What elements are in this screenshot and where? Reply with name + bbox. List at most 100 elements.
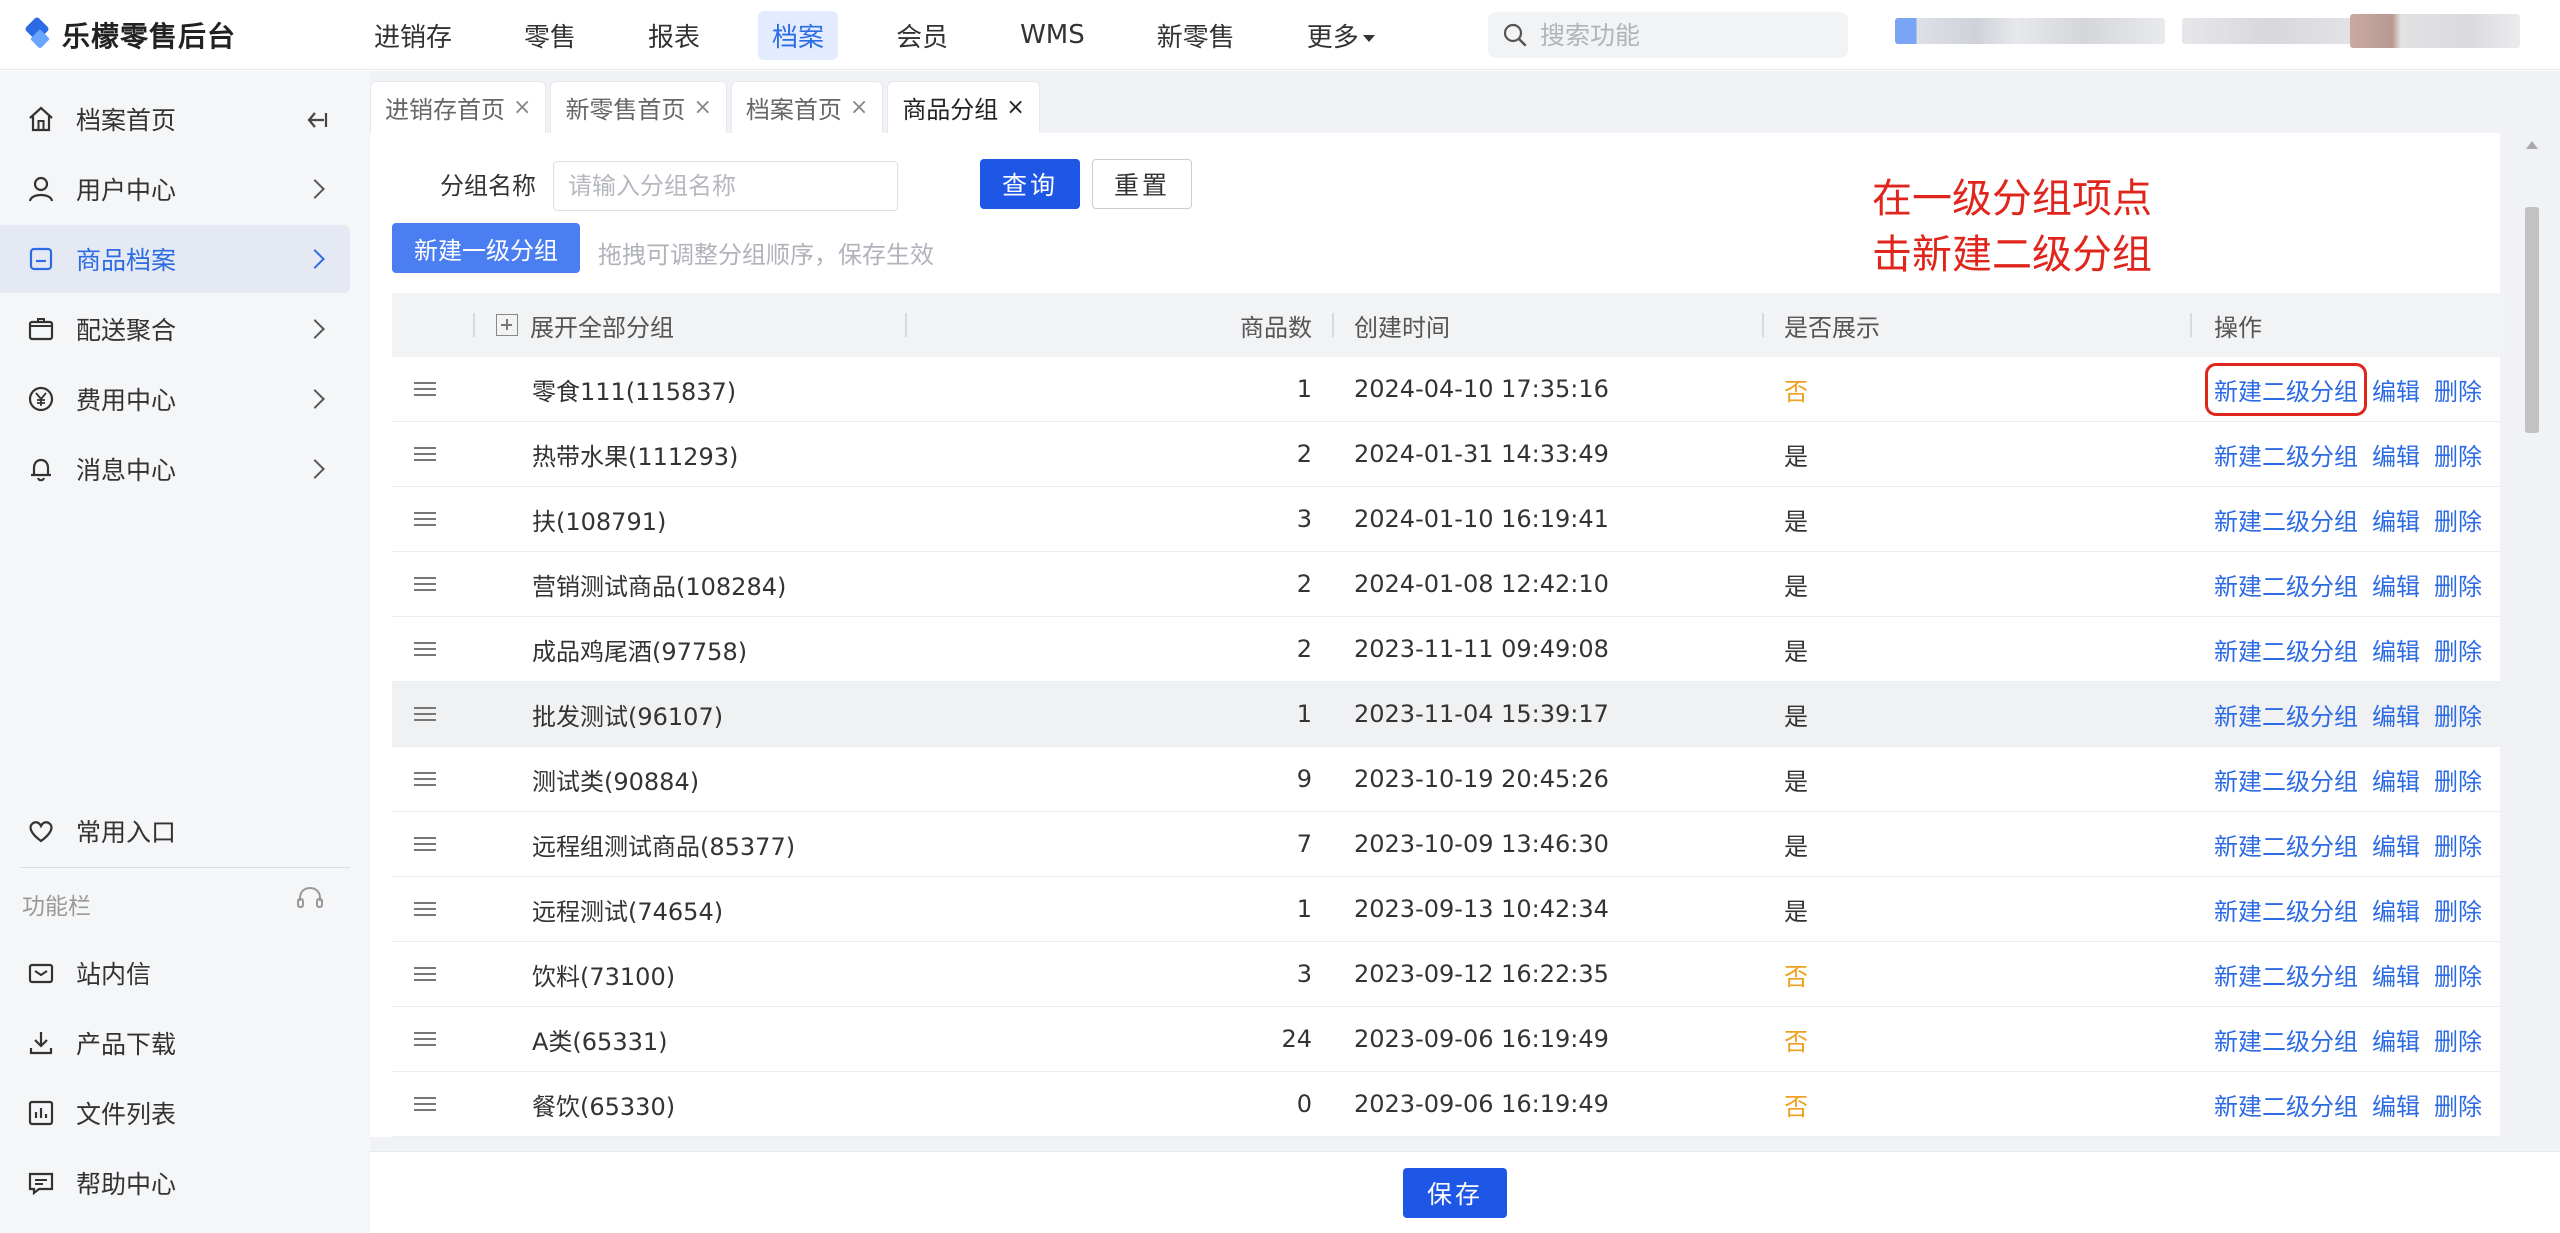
close-icon[interactable]: × (693, 95, 711, 120)
tab-archive-home[interactable]: 档案首页 × (730, 81, 884, 133)
tab-inventory-home[interactable]: 进销存首页 × (370, 81, 547, 133)
drag-handle-icon[interactable] (414, 487, 438, 551)
sidebar-item-archive-home[interactable]: 档案首页 (0, 85, 350, 153)
sidebar-item-fee-center[interactable]: 费用中心 (0, 365, 350, 433)
edit-link[interactable]: 编辑 (2372, 1087, 2420, 1122)
table-row[interactable]: A类(65331) 24 2023-09-06 16:19:49 否 新建二级分… (392, 1007, 2500, 1072)
drag-handle-icon[interactable] (414, 812, 438, 876)
topnav-item-archive[interactable]: 档案 (758, 10, 839, 60)
sidebar-item-help-center[interactable]: 帮助中心 (0, 1149, 350, 1217)
new-sub-group-link[interactable]: 新建二级分组 (2214, 697, 2358, 732)
sidebar-item-favorites[interactable]: 常用入口 (0, 797, 350, 865)
query-button[interactable]: 查询 (980, 159, 1080, 209)
tab-new-retail-home[interactable]: 新零售首页 × (550, 81, 727, 133)
drag-handle-icon[interactable] (414, 1007, 438, 1071)
sidebar-item-downloads[interactable]: 产品下载 (0, 1009, 350, 1077)
new-sub-group-link[interactable]: 新建二级分组 (2205, 362, 2367, 416)
table-row[interactable]: 饮料(73100) 3 2023-09-12 16:22:35 否 新建二级分组… (392, 942, 2500, 1007)
headset-icon[interactable] (294, 883, 326, 915)
new-sub-group-link[interactable]: 新建二级分组 (2214, 437, 2358, 472)
close-icon[interactable]: × (513, 95, 531, 120)
expand-all-groups[interactable]: 展开全部分组 (496, 293, 674, 357)
edit-link[interactable]: 编辑 (2372, 567, 2420, 602)
table-row[interactable]: 零食111(115837) 1 2024-04-10 17:35:16 否 新建… (392, 357, 2500, 422)
close-icon[interactable]: × (1006, 95, 1024, 120)
edit-link[interactable]: 编辑 (2372, 697, 2420, 732)
drag-handle-icon[interactable] (414, 747, 438, 811)
logo[interactable]: 乐檬零售后台 (24, 14, 236, 56)
function-search[interactable] (1488, 12, 1848, 58)
delete-link[interactable]: 删除 (2434, 1022, 2482, 1057)
sidebar-item-user-center[interactable]: 用户中心 (0, 155, 350, 223)
vertical-scrollbar[interactable] (2520, 131, 2544, 1131)
table-row[interactable]: 成品鸡尾酒(97758) 2 2023-11-11 09:49:08 是 新建二… (392, 617, 2500, 682)
drag-handle-icon[interactable] (414, 942, 438, 1006)
reset-button[interactable]: 重置 (1092, 159, 1192, 209)
drag-handle-icon[interactable] (414, 1072, 438, 1136)
new-sub-group-link[interactable]: 新建二级分组 (2214, 1087, 2358, 1122)
delete-link[interactable]: 删除 (2434, 502, 2482, 537)
new-sub-group-link[interactable]: 新建二级分组 (2214, 762, 2358, 797)
new-sub-group-link[interactable]: 新建二级分组 (2214, 957, 2358, 992)
drag-handle-icon[interactable] (414, 357, 438, 421)
edit-link[interactable]: 编辑 (2372, 437, 2420, 472)
topnav-item-more[interactable]: 更多 (1293, 11, 1389, 60)
drag-handle-icon[interactable] (414, 617, 438, 681)
drag-handle-icon[interactable] (414, 422, 438, 486)
new-sub-group-link[interactable]: 新建二级分组 (2214, 632, 2358, 667)
sidebar-item-file-list[interactable]: 文件列表 (0, 1079, 350, 1147)
scrollbar-thumb[interactable] (2525, 207, 2539, 433)
delete-link[interactable]: 删除 (2434, 892, 2482, 927)
table-row[interactable]: 热带水果(111293) 2 2024-01-31 14:33:49 是 新建二… (392, 422, 2500, 487)
drag-handle-icon[interactable] (414, 552, 438, 616)
collapse-sidebar-icon[interactable] (300, 105, 330, 135)
new-sub-group-link[interactable]: 新建二级分组 (2214, 502, 2358, 537)
edit-link[interactable]: 编辑 (2372, 957, 2420, 992)
new-top-group-button[interactable]: 新建一级分组 (392, 223, 580, 273)
close-icon[interactable]: × (850, 95, 868, 120)
delete-link[interactable]: 删除 (2434, 1087, 2482, 1122)
sidebar-item-goods-archive[interactable]: 商品档案 (0, 225, 350, 293)
edit-link[interactable]: 编辑 (2372, 827, 2420, 862)
topnav-item-wms[interactable]: WMS (1006, 14, 1099, 56)
delete-link[interactable]: 删除 (2434, 567, 2482, 602)
drag-handle-icon[interactable] (414, 682, 438, 746)
sidebar-item-message-center[interactable]: 消息中心 (0, 435, 350, 503)
delete-link[interactable]: 删除 (2434, 437, 2482, 472)
table-row[interactable]: 扶(108791) 3 2024-01-10 16:19:41 是 新建二级分组… (392, 487, 2500, 552)
topnav-item-member[interactable]: 会员 (882, 11, 962, 60)
sidebar-item-delivery[interactable]: 配送聚合 (0, 295, 350, 363)
scroll-up-icon[interactable] (2526, 141, 2538, 149)
edit-link[interactable]: 编辑 (2372, 892, 2420, 927)
edit-link[interactable]: 编辑 (2372, 502, 2420, 537)
avatar[interactable] (2350, 14, 2520, 48)
edit-link[interactable]: 编辑 (2372, 762, 2420, 797)
save-button[interactable]: 保存 (1403, 1168, 1507, 1218)
search-input[interactable] (1540, 20, 1820, 50)
topnav-item-inventory[interactable]: 进销存 (360, 11, 466, 60)
topnav-item-new-retail[interactable]: 新零售 (1143, 11, 1249, 60)
edit-link[interactable]: 编辑 (2372, 372, 2420, 407)
table-row[interactable]: 远程组测试商品(85377) 7 2023-10-09 13:46:30 是 新… (392, 812, 2500, 877)
tab-goods-group[interactable]: 商品分组 × (887, 81, 1040, 133)
delete-link[interactable]: 删除 (2434, 762, 2482, 797)
delete-link[interactable]: 删除 (2434, 697, 2482, 732)
new-sub-group-link[interactable]: 新建二级分组 (2214, 827, 2358, 862)
edit-link[interactable]: 编辑 (2372, 632, 2420, 667)
drag-handle-icon[interactable] (414, 877, 438, 941)
topnav-item-retail[interactable]: 零售 (510, 11, 590, 60)
new-sub-group-link[interactable]: 新建二级分组 (2214, 567, 2358, 602)
sidebar-item-inbox[interactable]: 站内信 (0, 939, 350, 1007)
new-sub-group-link[interactable]: 新建二级分组 (2214, 892, 2358, 927)
delete-link[interactable]: 删除 (2434, 372, 2482, 407)
table-row[interactable]: 远程测试(74654) 1 2023-09-13 10:42:34 是 新建二级… (392, 877, 2500, 942)
topnav-item-reports[interactable]: 报表 (634, 11, 714, 60)
delete-link[interactable]: 删除 (2434, 957, 2482, 992)
new-sub-group-link[interactable]: 新建二级分组 (2214, 1022, 2358, 1057)
group-name-input[interactable] (553, 161, 898, 211)
delete-link[interactable]: 删除 (2434, 632, 2482, 667)
table-row[interactable]: 营销测试商品(108284) 2 2024-01-08 12:42:10 是 新… (392, 552, 2500, 617)
table-row[interactable]: 批发测试(96107) 1 2023-11-04 15:39:17 是 新建二级… (392, 682, 2500, 747)
table-row[interactable]: 测试类(90884) 9 2023-10-19 20:45:26 是 新建二级分… (392, 747, 2500, 812)
delete-link[interactable]: 删除 (2434, 827, 2482, 862)
